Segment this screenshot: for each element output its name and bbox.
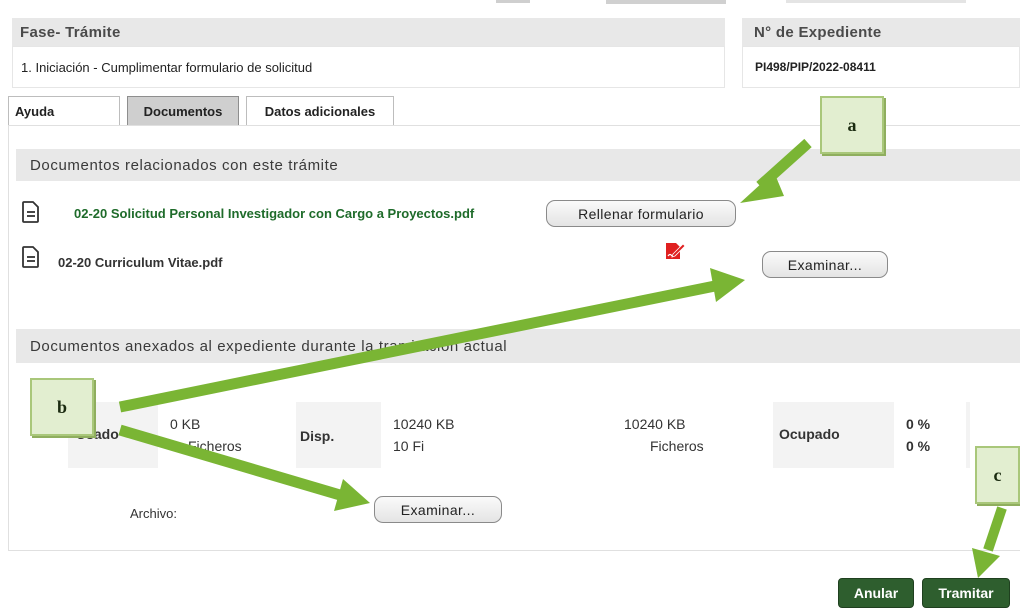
quota-redaction <box>541 402 613 468</box>
tab-documentos[interactable]: Documentos <box>127 96 239 126</box>
disp-label: Disp. <box>300 428 335 444</box>
rellenar-formulario-button[interactable]: Rellenar formulario <box>546 200 736 227</box>
examinar-cv-label: Examinar... <box>787 256 863 273</box>
top-strip-segment <box>496 0 530 3</box>
tab-datos-adicionales-label: Datos adicionales <box>264 104 376 119</box>
tab-datos-adicionales[interactable]: Datos adicionales <box>246 96 394 126</box>
related-docs-title: Documentos relacionados con este trámite <box>30 156 339 174</box>
fase-label: Fase- Trámite <box>20 23 121 41</box>
expediente-value-cell: PI498/PIP/2022-08411 <box>742 46 1020 88</box>
callout-c: c <box>975 446 1020 504</box>
ocupado-pct-1: 0 % <box>906 416 931 432</box>
callout-a: a <box>820 96 884 154</box>
tramitar-button[interactable]: Tramitar <box>922 578 1010 608</box>
doc-solicitud-link[interactable]: 02-20 Solicitud Personal Investigador co… <box>74 206 474 221</box>
attached-docs-title: Documentos anexados al expediente durant… <box>30 337 508 355</box>
quota-table: Usado 0 KB Ficheros Disp. 10240 KB 10 Fi… <box>68 402 970 468</box>
expediente-label: N° de Expediente <box>754 23 882 41</box>
quota-cell-bg <box>381 402 541 468</box>
max-files: Ficheros <box>650 438 704 454</box>
usado-files: Ficheros <box>188 438 242 454</box>
examinar-cv-button[interactable]: Examinar... <box>762 251 888 278</box>
quota-cell-bg <box>894 402 966 468</box>
examinar-archivo-button[interactable]: Examinar... <box>374 496 502 523</box>
quota-cell-bg <box>613 402 773 468</box>
disp-files: 10 Fi <box>393 438 425 454</box>
usado-kb: 0 KB <box>170 416 201 432</box>
callout-c-label: c <box>993 464 1002 485</box>
document-icon <box>22 201 39 223</box>
tab-ayuda[interactable]: Ayuda <box>8 96 120 126</box>
doc-curriculum-name: 02-20 Curriculum Vitae.pdf <box>58 255 223 270</box>
fase-value-cell: 1. Iniciación - Cumplimentar formulario … <box>12 46 725 88</box>
anular-button[interactable]: Anular <box>838 578 914 608</box>
fase-value: 1. Iniciación - Cumplimentar formulario … <box>21 59 313 75</box>
tramitar-label: Tramitar <box>938 585 994 601</box>
top-strip <box>0 0 1020 14</box>
tab-ayuda-label: Ayuda <box>15 104 55 119</box>
ocupado-label: Ocupado <box>779 426 840 442</box>
attached-docs-section-header: Documentos anexados al expediente durant… <box>16 329 1020 363</box>
examinar-archivo-label: Examinar... <box>400 501 476 518</box>
callout-a-label: a <box>847 114 857 135</box>
top-strip-segment <box>786 0 966 3</box>
rellenar-formulario-label: Rellenar formulario <box>578 205 704 222</box>
max-kb: 10240 KB <box>624 416 686 432</box>
expediente-header: N° de Expediente <box>742 18 1020 46</box>
top-strip-segment <box>606 0 726 4</box>
expediente-value: PI498/PIP/2022-08411 <box>755 60 876 74</box>
doc-curriculum-link[interactable]: 02-20 Curriculum Vitae.pdf <box>58 255 222 270</box>
archivo-label: Archivo: <box>130 506 177 521</box>
doc-solicitud-name: 02-20 Solicitud Personal Investigador co… <box>74 206 475 221</box>
quota-cell-bg <box>158 402 296 468</box>
callout-b-label: b <box>56 396 67 417</box>
document-icon <box>22 246 39 268</box>
disp-kb: 10240 KB <box>393 416 455 432</box>
anular-label: Anular <box>853 585 899 601</box>
pdf-sign-icon[interactable] <box>664 241 686 261</box>
fase-header: Fase- Trámite <box>12 18 725 46</box>
tab-documentos-label: Documentos <box>143 104 223 119</box>
ocupado-pct-2: 0 % <box>906 438 931 454</box>
callout-b: b <box>30 378 94 436</box>
